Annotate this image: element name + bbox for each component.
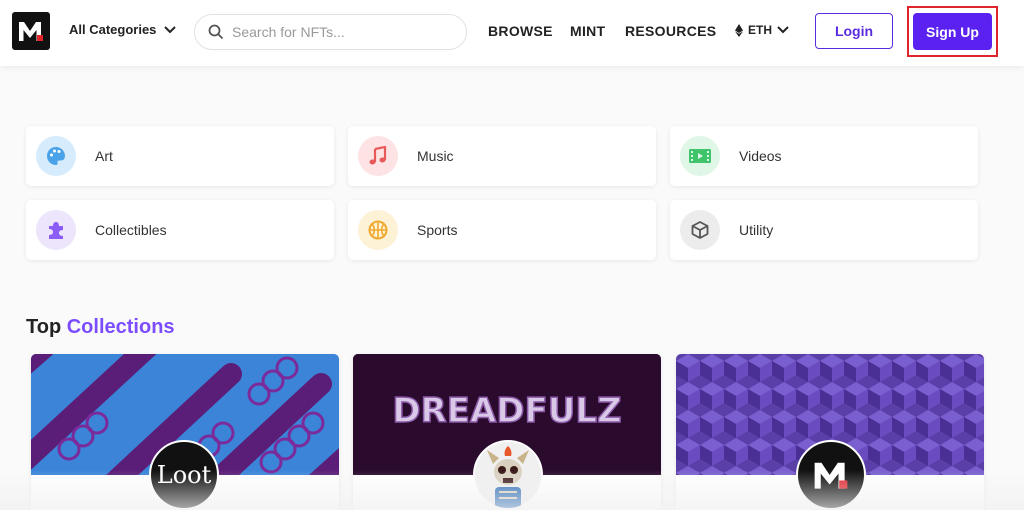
skull-character-icon <box>475 442 541 508</box>
all-categories-label: All Categories <box>69 22 157 37</box>
avatar-text: Loot <box>156 461 212 489</box>
category-card-art[interactable]: Art <box>26 126 334 186</box>
m-logo-icon[interactable] <box>12 12 50 50</box>
signup-button[interactable]: Sign Up <box>913 13 992 50</box>
title-part-top: Top <box>26 316 62 338</box>
collection-card-dreadfulz[interactable]: DREADFULZ <box>353 354 661 510</box>
search-bar <box>194 14 467 50</box>
nav-browse[interactable]: BROWSE <box>488 23 553 39</box>
nav-resources[interactable]: RESOURCES <box>625 23 716 39</box>
currency-label: ETH <box>748 23 772 37</box>
category-card-music[interactable]: Music <box>348 126 656 186</box>
currency-selector[interactable]: ETH <box>735 23 789 37</box>
category-card-collectibles[interactable]: Collectibles <box>26 200 334 260</box>
top-collections-title: Top Collections <box>26 316 175 339</box>
search-input[interactable] <box>232 24 452 40</box>
category-label: Sports <box>417 222 458 238</box>
category-label: Collectibles <box>95 222 167 238</box>
m-logo-icon <box>814 462 848 489</box>
chevron-down-icon <box>164 25 177 33</box>
category-label: Music <box>417 148 454 164</box>
category-label: Utility <box>739 222 774 238</box>
puzzle-icon <box>36 210 76 250</box>
palette-icon <box>36 136 76 176</box>
category-card-sports[interactable]: Sports <box>348 200 656 260</box>
basketball-icon <box>358 210 398 250</box>
search-icon <box>208 24 224 40</box>
collection-card-loot[interactable]: Loot <box>31 354 339 510</box>
collection-avatar <box>796 440 866 510</box>
film-icon <box>680 136 720 176</box>
title-part-collections: Collections <box>66 316 175 338</box>
nav-mint[interactable]: MINT <box>570 23 605 39</box>
collection-avatar <box>473 440 543 510</box>
all-categories-dropdown[interactable]: All Categories <box>69 22 177 37</box>
top-navbar: All Categories BROWSE MINT RESOURCES ETH… <box>0 0 1024 66</box>
cube-icon <box>680 210 720 250</box>
category-card-videos[interactable]: Videos <box>670 126 978 186</box>
category-label: Videos <box>739 148 782 164</box>
category-label: Art <box>95 148 113 164</box>
ethereum-icon <box>735 23 743 37</box>
collection-card-m[interactable] <box>676 354 984 510</box>
chevron-down-icon <box>777 26 789 34</box>
banner-title: DREADFULZ <box>392 391 621 431</box>
login-button[interactable]: Login <box>815 13 893 49</box>
music-note-icon <box>358 136 398 176</box>
category-card-utility[interactable]: Utility <box>670 200 978 260</box>
collection-avatar: Loot <box>149 440 219 510</box>
